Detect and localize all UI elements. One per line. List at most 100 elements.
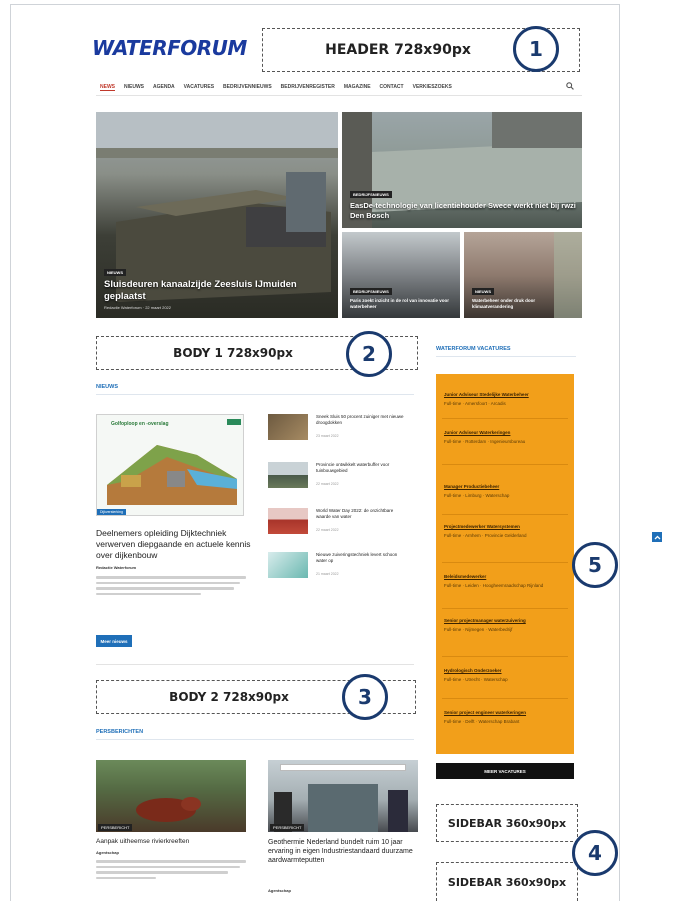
hero-main-title[interactable]: Sluisdeuren kanaalzijde Zeesluis IJmuide… — [104, 279, 332, 303]
hero-top-right-caption: Bedrijfsnieuws EasDe-technologie van lic… — [350, 183, 576, 220]
vacature-item[interactable]: Senior projectmanager waterzuivering Full… — [444, 618, 566, 633]
vacature-item[interactable]: Senior project engineer waterkeringen Ful… — [444, 710, 566, 725]
vacature-title[interactable]: Senior projectmanager waterzuivering — [444, 618, 566, 624]
nav-item-vacatures[interactable]: VACATURES — [184, 84, 214, 91]
vacature-meta: Full-time · Utrecht · Waterschap — [444, 677, 508, 682]
sidebar-ad-slot-1[interactable]: SIDEBAR 360x90px — [436, 804, 578, 842]
nieuws-list-thumb — [268, 508, 308, 534]
nav-item-contact[interactable]: CONTACT — [380, 84, 404, 91]
persbericht-title[interactable]: Aanpak uitheemse rivierkreeften — [96, 838, 246, 846]
persbericht-tag[interactable]: Persbericht — [270, 824, 305, 831]
dike-diagram — [107, 419, 241, 505]
vacature-title[interactable]: Projectmedewerker Watersystemen — [444, 524, 566, 530]
persbericht-image-1[interactable]: Persbericht — [96, 760, 246, 832]
hero-bottom-left-tag[interactable]: Bedrijfsnieuws — [350, 288, 392, 295]
nieuws-feature-excerpt — [96, 576, 246, 598]
header-ad-label: HEADER 728x90px — [325, 42, 471, 58]
vacature-meta: Full-time · Leiden · Hoogheemraadschap R… — [444, 583, 544, 588]
hero-bottom-right-article[interactable]: Nieuws Waterbeheer onder druk door klima… — [464, 232, 582, 318]
waterforum-logo[interactable]: WATERFORUM — [92, 36, 247, 60]
hero-bottom-left-caption: Bedrijfsnieuws Paris zoekt inzicht in de… — [350, 280, 454, 310]
hero-bottom-left-title[interactable]: Paris zoekt inzicht in de rol van innova… — [350, 298, 454, 310]
meer-vacatures-button[interactable]: Meer vacatures — [436, 763, 574, 779]
vacature-title[interactable]: Junior Adviseur Waterkeringen — [444, 430, 566, 436]
callout-badge-3: 3 — [342, 674, 388, 720]
crayfish-image — [136, 797, 201, 822]
vacature-divider — [442, 514, 568, 515]
hero-bottom-right-title[interactable]: Waterbeheer onder druk door klimaatveran… — [472, 298, 576, 310]
vacature-meta: Full-time · Delft · Waterschap Brabant — [444, 719, 520, 724]
nieuws-list-item[interactable]: World Water Day 2022: de onzichtbare waa… — [268, 508, 418, 540]
persbericht-image-2[interactable]: Persbericht — [268, 760, 418, 832]
nieuws-feature-meta: Redactie Waterforum — [96, 565, 137, 570]
nieuws-section-title[interactable]: NIEUWS — [96, 384, 118, 390]
callout-badge-2: 2 — [346, 331, 392, 377]
nieuws-list-title[interactable]: Sneek Sluis 50 procent zuiniger met nieu… — [316, 414, 408, 426]
nieuws-section-divider — [96, 394, 414, 395]
nav-item-verkieszoeks[interactable]: VERKIESZOEKS — [413, 84, 452, 91]
sidebar-ad-slot-2[interactable]: SIDEBAR 360x90px — [436, 862, 578, 901]
search-icon[interactable] — [566, 82, 574, 92]
callout-badge-4: 4 — [572, 830, 618, 876]
hero-main-tag[interactable]: Nieuws — [104, 269, 126, 276]
persberichten-section-title[interactable]: PERSBERICHTEN — [96, 729, 143, 735]
nieuws-list-item[interactable]: Nieuwe zuiveringstechniek levert schoon … — [268, 552, 418, 584]
chevron-up-icon — [654, 535, 660, 539]
body2-ad-label: BODY 2 728x90px — [169, 690, 289, 704]
nieuws-list-item[interactable]: Sneek Sluis 50 procent zuiniger met nieu… — [268, 414, 418, 446]
nieuws-feature-image[interactable]: Golfoploop en -overslag Dijkversterking — [96, 414, 244, 516]
vacature-divider — [442, 698, 568, 699]
hero-bottom-right-tag[interactable]: Nieuws — [472, 288, 494, 295]
hero-top-right-article[interactable]: Bedrijfsnieuws EasDe-technologie van lic… — [342, 112, 582, 228]
nav-item-agenda[interactable]: AGENDA — [153, 84, 175, 91]
vacature-title[interactable]: Manager Productiebeheer — [444, 484, 566, 490]
nav-item-magazine[interactable]: MAGAZINE — [344, 84, 371, 91]
vacature-title[interactable]: Beleidsmedewerker — [444, 574, 566, 580]
nieuws-list-title[interactable]: World Water Day 2022: de onzichtbare waa… — [316, 508, 408, 520]
vacature-title[interactable]: Hydrologisch Onderzoeker — [444, 668, 566, 674]
nieuws-list-date: 22 maart 2022 — [316, 482, 339, 486]
hero-top-right-title[interactable]: EasDe-technologie van licentiehouder Swe… — [350, 201, 576, 220]
vacature-item[interactable]: Projectmedewerker Watersystemen Full-time… — [444, 524, 566, 539]
nieuws-list-item[interactable]: Provincie ontwikkelt waterbuffer voor tu… — [268, 462, 418, 494]
vacature-item[interactable]: Junior Adviseur Stedelijke Waterbeheer Fu… — [444, 392, 566, 407]
nav-item-bedrijvennieuws[interactable]: BEDRIJVENNIEUWS — [223, 84, 272, 91]
nieuws-feature-title[interactable]: Deelnemers opleiding Dijktechniek verwer… — [96, 528, 256, 561]
nav-item-news[interactable]: NEWS — [100, 84, 115, 91]
vacature-meta: Full-time · Rotterdam · Ingenieursbureau — [444, 439, 526, 444]
nieuws-list-title[interactable]: Nieuwe zuiveringstechniek levert schoon … — [316, 552, 408, 564]
scroll-to-top-button[interactable] — [652, 532, 662, 542]
vacature-divider — [442, 608, 568, 609]
hero-main-caption: Nieuws Sluisdeuren kanaalzijde Zeesluis … — [104, 261, 332, 310]
body1-ad-label: BODY 1 728x90px — [173, 346, 293, 360]
meer-nieuws-button[interactable]: Meer nieuws — [96, 635, 132, 647]
vacature-item[interactable]: Manager Productiebeheer Full-time · Limbu… — [444, 484, 566, 499]
vacature-item[interactable]: Junior Adviseur Waterkeringen Full-time ·… — [444, 430, 566, 445]
vacature-item[interactable]: Beleidsmedewerker Full-time · Leiden · Ho… — [444, 574, 566, 589]
vacature-divider — [442, 562, 568, 563]
vacature-title[interactable]: Junior Adviseur Stedelijke Waterbeheer — [444, 392, 566, 398]
hero-main-article[interactable]: Nieuws Sluisdeuren kanaalzijde Zeesluis … — [96, 112, 338, 318]
vacatures-panel: Junior Adviseur Stedelijke Waterbeheer Fu… — [436, 374, 574, 754]
vacature-meta: Full-time · Nijmegen · Waterbedrijf — [444, 627, 513, 632]
vacature-title[interactable]: Senior project engineer waterkeringen — [444, 710, 566, 716]
persbericht-meta: Agentschap — [268, 888, 291, 893]
persbericht-tag[interactable]: Persbericht — [98, 824, 133, 831]
callout-badge-5: 5 — [572, 542, 618, 588]
nieuws-list-thumb — [268, 552, 308, 578]
nieuws-list-title[interactable]: Provincie ontwikkelt waterbuffer voor tu… — [316, 462, 408, 474]
meeting-image — [274, 784, 408, 832]
vacature-meta: Full-time · Arnhem · Provincie Gelderlan… — [444, 533, 527, 538]
callout-badge-1: 1 — [513, 26, 559, 72]
persbericht-title[interactable]: Geothermie Nederland bundelt ruim 10 jaa… — [268, 838, 418, 865]
nieuws-list-date: 23 maart 2022 — [316, 434, 339, 438]
nav-item-bedrijvenregister[interactable]: BEDRIJVENREGISTER — [281, 84, 335, 91]
hero-bottom-right-caption: Nieuws Waterbeheer onder druk door klima… — [472, 280, 576, 310]
hero-grid: Nieuws Sluisdeuren kanaalzijde Zeesluis … — [96, 112, 582, 318]
nieuws-list-thumb — [268, 462, 308, 488]
nav-item-nieuws[interactable]: NIEUWS — [124, 84, 144, 91]
hero-bottom-left-article[interactable]: Bedrijfsnieuws Paris zoekt inzicht in de… — [342, 232, 460, 318]
vacature-item[interactable]: Hydrologisch Onderzoeker Full-time · Utre… — [444, 668, 566, 683]
hero-top-right-tag[interactable]: Bedrijfsnieuws — [350, 191, 392, 198]
sidebar-section-title[interactable]: WATERFORUM VACATURES — [436, 346, 511, 352]
